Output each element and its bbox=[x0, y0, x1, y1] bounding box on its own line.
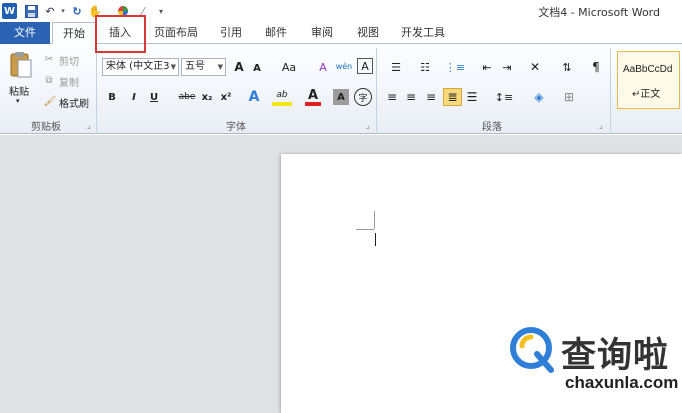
superscript-button[interactable]: x² bbox=[218, 89, 234, 105]
text-highlight-button[interactable]: ab bbox=[272, 88, 292, 106]
phonetic-guide-button[interactable]: wén bbox=[335, 57, 353, 75]
chinese-layout-icon[interactable]: ✕ bbox=[523, 59, 547, 75]
paragraph-shading-icon[interactable]: ◈ bbox=[527, 88, 551, 106]
highlight-box bbox=[95, 15, 146, 53]
paragraph-launcher-icon[interactable]: ⌟ bbox=[599, 121, 603, 130]
style-normal[interactable]: AaBbCcDd ↵正文 bbox=[617, 51, 680, 109]
line-spacing-icon[interactable]: ↕≡ bbox=[492, 89, 516, 105]
redo-icon[interactable]: ↻ bbox=[70, 3, 84, 19]
cut-icon[interactable]: ✂ bbox=[42, 52, 56, 66]
copy-icon[interactable]: ⧉ bbox=[42, 73, 56, 87]
text-effects-button[interactable]: A bbox=[245, 88, 263, 106]
font-size-combo[interactable]: 五号 ▼ bbox=[181, 58, 226, 76]
font-size-value: 五号 bbox=[185, 61, 205, 72]
margin-marker bbox=[356, 229, 374, 230]
tab-references[interactable]: 引用 bbox=[212, 22, 250, 44]
shrink-font-button[interactable]: A bbox=[250, 61, 264, 75]
format-painter-icon[interactable]: 🖌 bbox=[42, 94, 58, 108]
tab-mailings[interactable]: 邮件 bbox=[257, 22, 295, 44]
clipboard-group-label: 剪贴板 bbox=[31, 122, 61, 133]
tab-page-layout[interactable]: 页面布局 bbox=[148, 22, 204, 44]
save-icon[interactable] bbox=[24, 3, 38, 19]
tab-view[interactable]: 视图 bbox=[349, 22, 387, 44]
margin-marker bbox=[374, 211, 375, 229]
font-name-value: 宋体 (中文正3 bbox=[106, 61, 170, 72]
change-case-button[interactable]: Aa bbox=[278, 59, 300, 75]
grow-font-button[interactable]: A bbox=[231, 59, 247, 75]
font-group-label: 字体 bbox=[226, 122, 246, 133]
group-separator bbox=[96, 48, 97, 132]
chevron-down-icon[interactable]: ▼ bbox=[171, 59, 176, 75]
font-name-combo[interactable]: 宋体 (中文正3 ▼ bbox=[102, 58, 179, 76]
style-sample: AaBbCcDd bbox=[623, 64, 673, 75]
character-border-button[interactable]: A bbox=[357, 58, 373, 74]
cut-label[interactable]: 剪切 bbox=[59, 53, 79, 68]
borders-icon[interactable]: ⊞ bbox=[558, 89, 580, 105]
window-title: 文档4 - Microsoft Word bbox=[538, 6, 660, 19]
show-marks-icon[interactable]: ¶ bbox=[588, 58, 604, 76]
format-painter-label[interactable]: 格式刷 bbox=[59, 95, 89, 110]
group-separator bbox=[376, 48, 377, 132]
sort-icon[interactable]: ⇅ bbox=[558, 58, 576, 76]
paste-label[interactable]: 粘贴 bbox=[9, 83, 29, 98]
style-name-label: ↵正文 bbox=[632, 89, 661, 100]
align-left-icon[interactable]: ≡ bbox=[384, 89, 400, 105]
increase-indent-icon[interactable]: ⇥ bbox=[498, 59, 516, 75]
tab-file[interactable]: 文件 bbox=[0, 22, 50, 44]
decrease-indent-icon[interactable]: ⇤ bbox=[478, 59, 496, 75]
word-logo: W bbox=[2, 3, 17, 19]
paragraph-group-label: 段落 bbox=[482, 122, 502, 133]
bullets-icon[interactable]: ☰ bbox=[384, 59, 408, 75]
tab-home[interactable]: 开始 bbox=[52, 22, 96, 45]
justify-icon[interactable]: ≣ bbox=[443, 88, 462, 106]
align-right-icon[interactable]: ≡ bbox=[423, 89, 439, 105]
clear-format-button[interactable]: A bbox=[314, 58, 332, 76]
clipboard-launcher-icon[interactable]: ⌟ bbox=[87, 121, 91, 130]
copy-label[interactable]: 复制 bbox=[59, 74, 79, 89]
multilevel-list-icon[interactable]: ⋮≡ bbox=[443, 59, 467, 75]
undo-icon[interactable]: ↶ bbox=[43, 3, 57, 19]
chevron-down-icon[interactable]: ▼ bbox=[218, 59, 223, 75]
align-center-icon[interactable]: ≡ bbox=[403, 89, 419, 105]
italic-button[interactable]: I bbox=[126, 89, 142, 105]
undo-dropdown-icon[interactable]: ▾ bbox=[58, 3, 68, 19]
strikethrough-button[interactable]: abe bbox=[176, 89, 198, 105]
watermark-logo-icon bbox=[510, 327, 554, 373]
font-launcher-icon[interactable]: ⌟ bbox=[366, 121, 370, 130]
enclose-characters-button[interactable]: 字 bbox=[354, 88, 372, 106]
paste-icon[interactable] bbox=[8, 50, 34, 80]
paste-dropdown-icon[interactable]: ▾ bbox=[16, 97, 20, 105]
style-name: 正文 bbox=[640, 89, 661, 100]
numbering-icon[interactable]: ☷ bbox=[413, 59, 437, 75]
bold-button[interactable]: B bbox=[104, 89, 120, 105]
tab-developer[interactable]: 开发工具 bbox=[394, 22, 452, 44]
watermark-url: chaxunla.com bbox=[565, 373, 679, 392]
text-cursor bbox=[375, 233, 376, 246]
watermark-name: 查询啦 bbox=[561, 336, 670, 376]
underline-button[interactable]: U bbox=[146, 89, 162, 105]
subscript-button[interactable]: x₂ bbox=[199, 89, 215, 105]
customize-icon[interactable]: ▾ bbox=[156, 3, 166, 19]
group-separator bbox=[610, 48, 611, 132]
font-color-button[interactable]: A bbox=[305, 88, 321, 106]
ribbon-home: 粘贴 ▾ ✂ 剪切 ⧉ 复制 🖌 格式刷 剪贴板 ⌟ 宋体 (中文正3 ▼ 五号… bbox=[0, 44, 682, 134]
character-shading-button[interactable]: A bbox=[333, 89, 349, 105]
distributed-icon[interactable]: ☰ bbox=[464, 89, 480, 105]
tab-review[interactable]: 审阅 bbox=[303, 22, 341, 44]
